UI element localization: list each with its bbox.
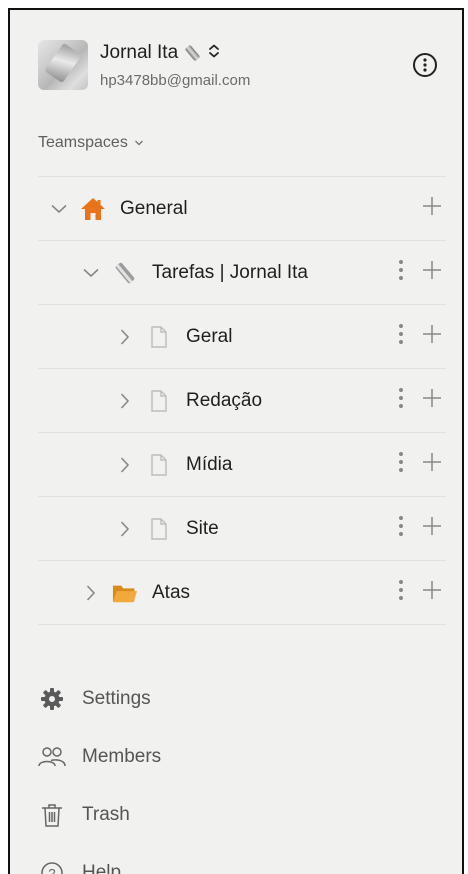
gear-icon bbox=[38, 685, 66, 713]
plus-icon[interactable] bbox=[422, 388, 442, 413]
account-header[interactable]: Jornal Ita hp3478bb@gmail.com bbox=[38, 40, 446, 100]
teamspaces-label: Teamspaces bbox=[38, 134, 128, 151]
page-icon bbox=[146, 388, 172, 414]
plus-icon[interactable] bbox=[422, 516, 442, 541]
plus-icon[interactable] bbox=[422, 324, 442, 349]
settings-button[interactable]: Settings bbox=[38, 670, 161, 728]
tree-item-label: Site bbox=[186, 517, 219, 539]
trash-label: Trash bbox=[82, 804, 130, 825]
chevron-right-icon[interactable] bbox=[116, 392, 134, 410]
account-email: hp3478bb@gmail.com bbox=[100, 72, 251, 89]
plus-icon[interactable] bbox=[422, 260, 442, 285]
tree-item-tarefas[interactable]: Tarefas | Jornal Ita bbox=[38, 240, 446, 304]
more-vertical-icon[interactable] bbox=[398, 579, 404, 606]
chevron-down-icon[interactable] bbox=[82, 264, 100, 282]
settings-label: Settings bbox=[82, 688, 151, 709]
tree-item-site[interactable]: Site bbox=[38, 496, 446, 560]
sidebar-panel: Jornal Ita hp3478bb@gmail.com Teamspaces bbox=[8, 8, 464, 874]
members-icon bbox=[38, 743, 66, 771]
switcher-icon[interactable] bbox=[208, 42, 220, 64]
chevron-down-icon bbox=[134, 134, 144, 152]
chevron-down-icon[interactable] bbox=[50, 200, 68, 218]
svg-text:?: ? bbox=[48, 866, 55, 874]
tree-item-geral[interactable]: Geral bbox=[38, 304, 446, 368]
row-actions bbox=[398, 241, 442, 304]
tree-item-label: Mídia bbox=[186, 453, 233, 475]
help-label: Help bbox=[82, 862, 122, 874]
plus-icon[interactable] bbox=[422, 580, 442, 605]
avatar[interactable] bbox=[38, 40, 88, 90]
tree-item-label: Redação bbox=[186, 389, 263, 411]
microphone-icon bbox=[184, 44, 202, 62]
more-vertical-icon[interactable] bbox=[398, 259, 404, 286]
tree-item-label: Tarefas | Jornal Ita bbox=[152, 261, 308, 283]
row-actions bbox=[398, 433, 442, 496]
row-actions bbox=[398, 561, 442, 624]
tree-item-redacao[interactable]: Redação bbox=[38, 368, 446, 432]
members-label: Members bbox=[82, 746, 162, 767]
tree-item-label: Geral bbox=[186, 325, 233, 347]
more-vertical-icon[interactable] bbox=[398, 387, 404, 414]
row-actions bbox=[422, 177, 442, 240]
chevron-right-icon[interactable] bbox=[116, 456, 134, 474]
teamspaces-toggle[interactable]: Teamspaces bbox=[38, 134, 144, 152]
help-button[interactable]: ? Help bbox=[38, 844, 161, 874]
microphone-icon bbox=[112, 260, 138, 286]
account-name-row: Jornal Ita bbox=[100, 42, 220, 64]
folder-icon bbox=[112, 580, 138, 606]
tree-item-general[interactable]: General bbox=[38, 176, 446, 240]
more-vertical-icon[interactable] bbox=[398, 323, 404, 350]
page-icon bbox=[146, 516, 172, 542]
row-actions bbox=[398, 497, 442, 560]
home-icon bbox=[80, 196, 106, 222]
more-vertical-icon[interactable] bbox=[398, 451, 404, 478]
page-icon bbox=[146, 452, 172, 478]
tree-item-midia[interactable]: Mídia bbox=[38, 432, 446, 496]
plus-icon[interactable] bbox=[422, 452, 442, 477]
row-actions bbox=[398, 305, 442, 368]
more-options-icon[interactable] bbox=[412, 52, 438, 78]
chevron-right-icon[interactable] bbox=[116, 328, 134, 346]
tree-item-atas[interactable]: Atas bbox=[38, 560, 446, 625]
page-tree: General Tarefas | Jornal Ita Geral Redaç… bbox=[38, 176, 446, 625]
row-actions bbox=[398, 369, 442, 432]
tree-item-label: Atas bbox=[152, 581, 191, 603]
sidebar-menu: Settings Members Trash ? Help bbox=[38, 670, 161, 874]
chevron-right-icon[interactable] bbox=[82, 584, 100, 602]
chevron-right-icon[interactable] bbox=[116, 520, 134, 538]
tree-item-label: General bbox=[120, 197, 188, 219]
plus-icon[interactable] bbox=[422, 196, 442, 221]
page-icon bbox=[146, 324, 172, 350]
trash-button[interactable]: Trash bbox=[38, 786, 161, 844]
trash-icon bbox=[38, 801, 66, 829]
members-button[interactable]: Members bbox=[38, 728, 161, 786]
account-name: Jornal Ita bbox=[100, 42, 179, 63]
more-vertical-icon[interactable] bbox=[398, 515, 404, 542]
